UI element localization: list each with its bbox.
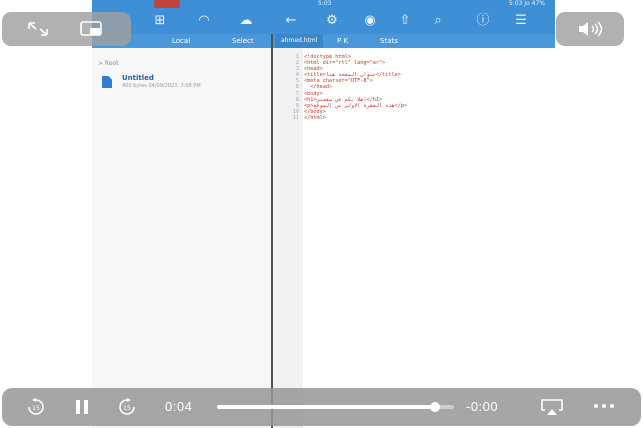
view-tab[interactable]: Stats (380, 37, 398, 45)
file-meta: 400 bytes 04/09/2023, 3:08 PM (122, 83, 201, 89)
code-text: <title>عنوان الصفحة هنا</title> (304, 72, 401, 79)
code-line[interactable]: 11 </html> (277, 115, 407, 121)
fullscreen-icon[interactable] (26, 21, 50, 37)
back-arrow-icon[interactable]: ← (283, 13, 299, 29)
more-icon[interactable] (592, 402, 616, 410)
volume-control[interactable] (556, 12, 624, 46)
file-name: Untitled (122, 74, 154, 82)
code-text: <!doctype html> (304, 54, 351, 60)
select-button[interactable]: Select (232, 37, 254, 45)
code-text: <body> (304, 90, 323, 97)
code-text: </body> (304, 108, 326, 115)
pause-icon[interactable] (73, 398, 91, 416)
share-icon[interactable]: ⇧ (397, 13, 413, 29)
local-tab[interactable]: Local (172, 37, 190, 45)
skip-forward-15-icon[interactable]: 15 (117, 397, 137, 417)
airplay-icon[interactable] (540, 397, 564, 417)
search-icon[interactable]: ⌕ (430, 13, 446, 29)
info-icon[interactable]: ⓘ (475, 13, 491, 29)
app-toolbar: ⊞ ◠ ☁ ← ⚙ ◉ ⇧ ⌕ ⓘ ☰ (92, 8, 555, 34)
file-icon (102, 76, 112, 88)
elapsed-time: 0:04 (165, 399, 193, 414)
progress-fill (217, 405, 436, 409)
menu-icon[interactable]: ☰ (513, 13, 529, 29)
code-content[interactable]: 1 <!doctype html> 2 <html dir="rtl" lang="a… (277, 54, 407, 121)
skip-back-15-icon[interactable]: 15 (26, 397, 46, 417)
status-time: 5:03 (318, 0, 332, 7)
top-left-controls (2, 12, 131, 46)
wifi-icon[interactable]: ◠ (196, 13, 212, 29)
file-list-item[interactable]: Untitled 400 bytes 04/09/2023, 3:08 PM (102, 74, 262, 94)
add-file-icon[interactable]: ⊞ (152, 13, 168, 29)
code-text: <h1>اهلا بكم في صفحتي</h1> (304, 96, 383, 103)
file-tab[interactable]: ahmed.html (275, 34, 324, 48)
code-text: <html dir="rtl" lang="ar"> (304, 60, 386, 67)
line-number: 11 (292, 114, 299, 121)
status-right: 5:03 Jo 47% (508, 0, 545, 7)
code-text: </html> (304, 114, 326, 121)
file-browser-pane: > Root Untitled 400 bytes 04/09/2023, 3:… (92, 48, 271, 428)
settings-icon[interactable]: ⚙ (324, 13, 340, 29)
status-bar: 5:03 5:03 Jo 47% (92, 0, 555, 8)
remaining-time: -0:00 (466, 399, 499, 414)
code-text: <head> (304, 66, 323, 73)
code-text: <p>هذه الفقرة الاولى من الموقع</p> (304, 102, 408, 109)
code-editor[interactable]: 1 <!doctype html> 2 <html dir="rtl" lang="a… (273, 48, 555, 428)
app-screen: 5:03 5:03 Jo 47% ⊞ ◠ ☁ ← ⚙ ◉ ⇧ ⌕ ⓘ ☰ Loc… (92, 0, 555, 428)
eye-icon[interactable]: ◉ (362, 13, 378, 29)
code-text: </head> (304, 84, 333, 91)
code-text: <meta charset="UTF-8"> (304, 78, 373, 85)
progress-thumb[interactable] (430, 402, 441, 412)
sub-toolbar: Local Select ahmed.html P K Stats (92, 34, 555, 48)
playback-controls: 15 15 0:04 -0:00 (2, 388, 641, 426)
progress-slider[interactable] (217, 402, 454, 412)
editor-tools[interactable]: P K (337, 37, 348, 45)
recording-indicator (154, 0, 180, 8)
cloud-icon[interactable]: ☁ (238, 13, 254, 29)
breadcrumb[interactable]: > Root (98, 60, 119, 67)
volume-icon[interactable] (577, 21, 605, 37)
picture-in-picture-icon[interactable] (79, 20, 105, 38)
svg-text:15: 15 (123, 405, 131, 412)
svg-text:15: 15 (32, 405, 40, 412)
